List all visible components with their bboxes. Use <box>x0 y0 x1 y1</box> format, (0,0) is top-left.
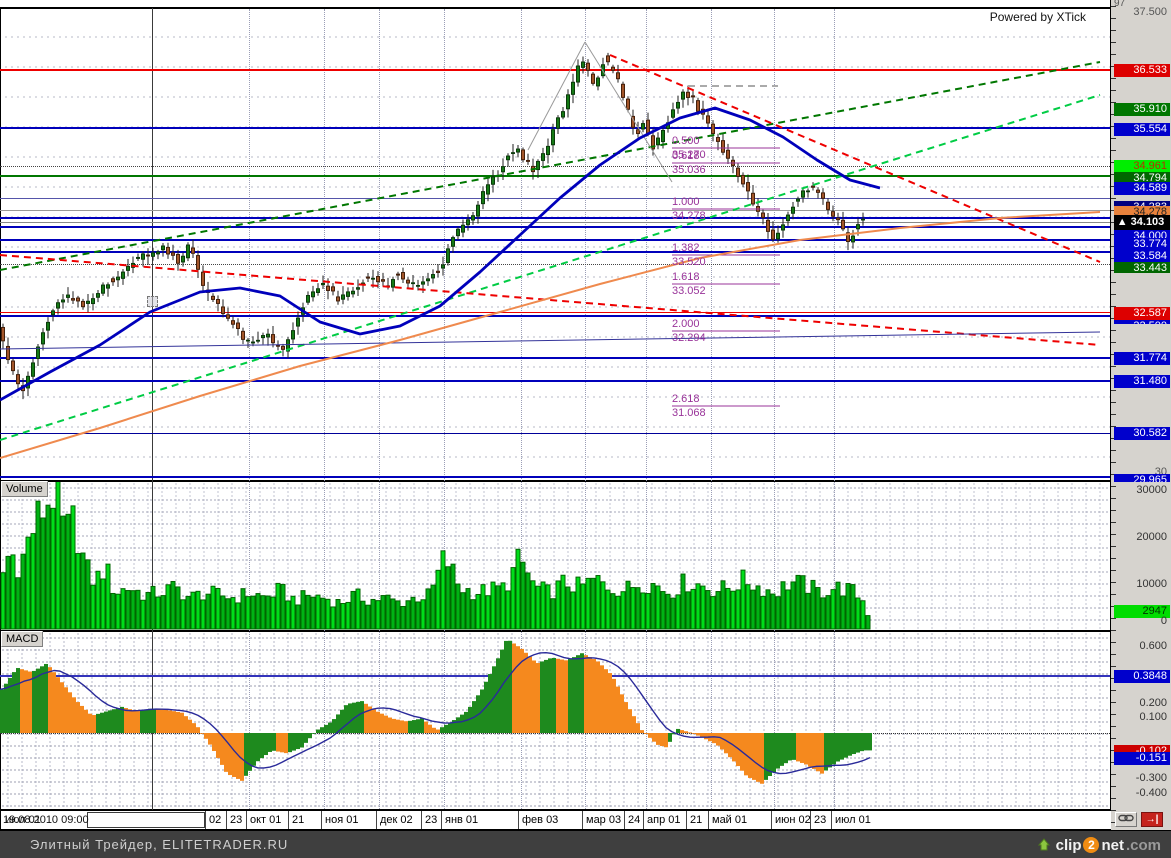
candlestick-layer <box>0 8 1110 481</box>
axis-label: 23 <box>230 814 242 826</box>
price-badge: 32.587 <box>1114 307 1170 320</box>
fib-price-label: 33.052 <box>672 285 706 297</box>
axis-label: 21 <box>690 814 702 826</box>
axis-label: фев 03 <box>522 814 558 826</box>
axis-tick <box>643 811 644 829</box>
axis-tick <box>831 811 832 829</box>
price-badge: 31.774 <box>1114 352 1170 365</box>
axis-tick <box>582 811 583 829</box>
scale-value: 10000 <box>1114 578 1170 591</box>
status-text: Элитный Трейдер, ELITETRADER.RU <box>30 837 288 852</box>
volume-bars-layer <box>0 482 1110 630</box>
axis-tick <box>226 811 227 829</box>
fib-price-label: 35.036 <box>672 164 706 176</box>
fib-ratio-label: 2.618 <box>672 393 700 405</box>
price-badge: 30.582 <box>1114 427 1170 440</box>
price-badge: 29.965 <box>1114 474 1170 482</box>
price-badge: ▲ 34.103 <box>1114 215 1170 230</box>
fib-ratio-label: 0.500 <box>672 135 700 147</box>
axis-tick <box>376 811 377 829</box>
status-bar: Элитный Трейдер, ELITETRADER.RU clip2net… <box>0 831 1171 858</box>
fib-ratio-label: 1.618 <box>672 271 700 283</box>
fib-ratio-label: 1.382 <box>672 242 700 254</box>
axis-tick <box>246 811 247 829</box>
axis-label: 02 <box>209 814 221 826</box>
scale-value: 0.600 <box>1114 640 1170 653</box>
fib-ratio-label: 1.000 <box>672 196 700 208</box>
axis-label: ноя 01 <box>325 814 358 826</box>
axis-date-input[interactable] <box>87 812 205 828</box>
scale-value: 0.200 <box>1114 697 1170 710</box>
upload-arrow-icon <box>1038 837 1054 853</box>
price-badge: 35.910 <box>1114 103 1170 116</box>
axis-label: 24 <box>628 814 640 826</box>
scale-value: 30000 <box>1114 484 1170 497</box>
axis-label: окт 01 <box>250 814 281 826</box>
price-badge: 0.3848 <box>1114 670 1170 683</box>
axis-tick <box>321 811 322 829</box>
price-badge: 33.443 <box>1114 262 1170 273</box>
fib-price-label: 33.520 <box>672 256 706 268</box>
price-scale[interactable]: 37.50036.53335.91035.55434.96134.79434.5… <box>1110 0 1171 830</box>
axis-tick <box>771 811 772 829</box>
price-badge: 32.500 <box>1114 320 1170 324</box>
axis-label: апр 01 <box>647 814 680 826</box>
axis-tick <box>288 811 289 829</box>
scale-value: 0.100 <box>1114 711 1170 724</box>
fib-ratio-label: 2.000 <box>672 318 700 330</box>
scale-value: -0.400 <box>1114 787 1170 800</box>
fib-price-label: 32.294 <box>672 332 706 344</box>
macd-panel-label: MACD <box>1 631 43 647</box>
axis-start-label: июл 01 <box>5 814 41 826</box>
price-badge: 36.533 <box>1114 64 1170 77</box>
axis-tick <box>441 811 442 829</box>
axis-tick <box>518 811 519 829</box>
macd-histogram-layer <box>0 632 1110 809</box>
goto-end-icon[interactable]: →| <box>1141 812 1163 827</box>
axis-tick <box>708 811 709 829</box>
price-badge: -0.151 <box>1114 752 1170 765</box>
price-badge: 34.278 <box>1114 206 1170 215</box>
axis-label: 21 <box>292 814 304 826</box>
fib-price-label: 31.068 <box>672 407 706 419</box>
scale-value: 0 <box>1114 615 1170 628</box>
axis-label: мар 03 <box>586 814 621 826</box>
fib-ratio-label: 0.618 <box>672 150 700 162</box>
price-badge: 35.554 <box>1114 123 1170 136</box>
axis-label: янв 01 <box>445 814 478 826</box>
clip2net-badge: 2 <box>1083 837 1099 853</box>
axis-tick <box>686 811 687 829</box>
scale-value: 20000 <box>1114 531 1170 544</box>
link-icon[interactable] <box>1115 812 1137 827</box>
axis-label: июл 01 <box>835 814 871 826</box>
axis-tick <box>810 811 811 829</box>
axis-tick <box>624 811 625 829</box>
axis-label: 23 <box>814 814 826 826</box>
axis-label: июн 02 <box>775 814 811 826</box>
scale-corner-text: 97 <box>1114 0 1125 9</box>
trading-terminal-window: Powered by XTick Volume MACD 37.50036.53… <box>0 0 1171 858</box>
volume-panel-label: Volume <box>1 481 48 497</box>
scale-value: -0.300 <box>1114 772 1170 785</box>
axis-label: 23 <box>425 814 437 826</box>
axis-tick <box>421 811 422 829</box>
axis-tick <box>205 811 206 829</box>
price-badge: 31.480 <box>1114 375 1170 388</box>
axis-label: дек 02 <box>380 814 413 826</box>
watermark-logo: clip2net.com <box>1038 834 1161 856</box>
price-badge: 34.794 <box>1114 172 1170 182</box>
axis-label: май 01 <box>712 814 747 826</box>
fib-price-label: 34.278 <box>672 210 706 222</box>
price-badge: 34.589 <box>1114 182 1170 195</box>
time-axis[interactable]: 02 23 окт 01 21 ноя 01 дек 02 23 янв 01 фев 03 ма… <box>0 811 1111 829</box>
